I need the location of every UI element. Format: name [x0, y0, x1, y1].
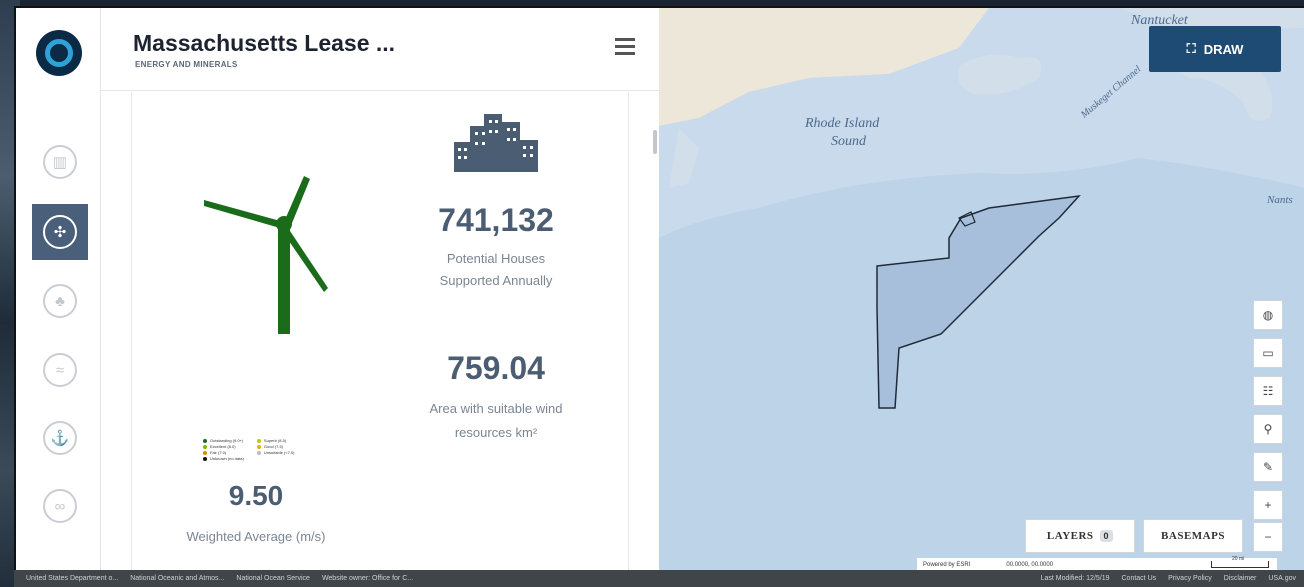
rail-plant-button[interactable]: ♣ [32, 273, 88, 329]
area-label-line1: Area with suitable wind [429, 401, 563, 416]
icon-rail: ▥ ✣ ♣ ≈ ⚓ ∞ [16, 8, 101, 574]
zoom-out-button[interactable]: − [1253, 522, 1283, 552]
map-label-nants: Nants [1267, 194, 1293, 206]
coordinates-readout: 00.0000, 00.0000 [1006, 562, 1054, 568]
lease-area-polygon [876, 194, 1081, 409]
globe-icon[interactable]: ◍ [1253, 300, 1283, 330]
panel-header: Massachusetts Lease ... ENERGY AND MINER… [101, 8, 659, 91]
page-subtitle: ENERGY AND MINERALS [135, 60, 238, 69]
attribution-text: Powered by ESRI [923, 562, 971, 568]
map-canvas [659, 8, 1304, 409]
measure-icon[interactable]: ✎ [1253, 452, 1283, 482]
buildings-icon [454, 114, 538, 172]
keyboard-icon[interactable]: ▭ [1253, 338, 1283, 368]
legend-item: Unknown (no data) [203, 456, 244, 462]
map-label-sound: Sound [831, 134, 866, 149]
wind-turbine-icon: ✣ [43, 215, 77, 249]
legend-item: Unsuitable (<7.0) [256, 450, 295, 456]
houses-label-line1: Potential Houses [446, 251, 546, 266]
legend-column-2: Superb (8.5) Good (7.5) Unsuitable (<7.0… [256, 438, 295, 456]
rail-ship-button[interactable]: ⚓ [32, 410, 88, 466]
houses-label-line2: Supported Annually [439, 273, 553, 288]
footer-link[interactable]: USA.gov [1268, 575, 1296, 582]
legend-swatch [203, 456, 207, 461]
legend-swatch [203, 438, 207, 443]
speed-value: 9.50 [228, 480, 284, 511]
rail-wave-button[interactable]: ≈ [32, 342, 88, 398]
last-modified: Last Modified: 12/5/19 [1040, 575, 1110, 582]
rail-fish-button[interactable]: ∞ [32, 478, 88, 534]
map-label-rhode-island: Rhode Island [805, 116, 880, 131]
app-logo-icon[interactable] [36, 30, 82, 76]
rail-wind-button[interactable]: ✣ [32, 204, 88, 260]
map-view[interactable]: Nantucket Rhode Island Sound Muskeget Ch… [659, 8, 1304, 574]
legend-swatch [256, 444, 261, 449]
draw-icon: ⛶ [1186, 41, 1196, 56]
app-window: ▥ ✣ ♣ ≈ ⚓ ∞ Massachusetts Lease ... ENER… [14, 6, 1304, 576]
chart-icon: ▥ [43, 145, 77, 179]
legend-column-1: Outstanding (9.0+) Excellent (8.0) Fair … [203, 438, 244, 462]
speed-label: Weighted Average (m/s) [186, 529, 326, 544]
wind-turbine-illustration [204, 176, 328, 334]
footer-link[interactable]: Contact Us [1122, 575, 1157, 582]
area-value: 759.04 [447, 350, 545, 386]
legend-swatch [256, 450, 261, 455]
search-icon[interactable]: ⚲ [1253, 414, 1283, 444]
draw-button[interactable]: ⛶ DRAW [1149, 26, 1281, 72]
legend-swatch [203, 444, 207, 449]
hamburger-menu-icon[interactable] [615, 38, 635, 55]
basemaps-button[interactable]: BASEMAPS [1143, 519, 1243, 553]
people-icon[interactable]: ☷ [1253, 376, 1283, 406]
footer-link[interactable]: Privacy Policy [1168, 575, 1212, 582]
houses-value: 741,132 [438, 202, 554, 238]
area-label-line2: resources km² [454, 425, 538, 440]
site-footer: United States Department o... National O… [14, 570, 1304, 587]
footer-link[interactable]: National Ocean Service [236, 575, 310, 582]
legend-swatch [256, 438, 261, 443]
plant-icon: ♣ [43, 284, 77, 318]
rail-chart-button[interactable]: ▥ [32, 134, 88, 190]
layers-button[interactable]: LAYERS 0 [1025, 519, 1135, 553]
info-panel: Massachusetts Lease ... ENERGY AND MINER… [101, 8, 659, 574]
page-title: Massachusetts Lease ... [133, 30, 396, 56]
wave-icon: ≈ [43, 353, 77, 387]
footer-link[interactable]: Disclaimer [1224, 575, 1257, 582]
footer-link[interactable]: United States Department o... [26, 575, 118, 582]
legend-swatch [203, 450, 207, 455]
footer-link[interactable]: Website owner: Office for C... [322, 575, 413, 582]
scrollbar[interactable] [653, 130, 657, 154]
wind-legend: Outstanding (9.0+) Excellent (8.0) Fair … [203, 438, 307, 462]
layers-count-badge: 0 [1099, 530, 1114, 542]
footer-link[interactable]: National Oceanic and Atmos... [130, 575, 224, 582]
ship-icon: ⚓ [43, 421, 77, 455]
fish-icon: ∞ [43, 489, 77, 523]
stats-content: 741,132 Potential Houses Supported Annua… [131, 92, 629, 574]
zoom-in-button[interactable]: + [1253, 490, 1283, 520]
scale-bar: 20 mi [1211, 556, 1269, 568]
